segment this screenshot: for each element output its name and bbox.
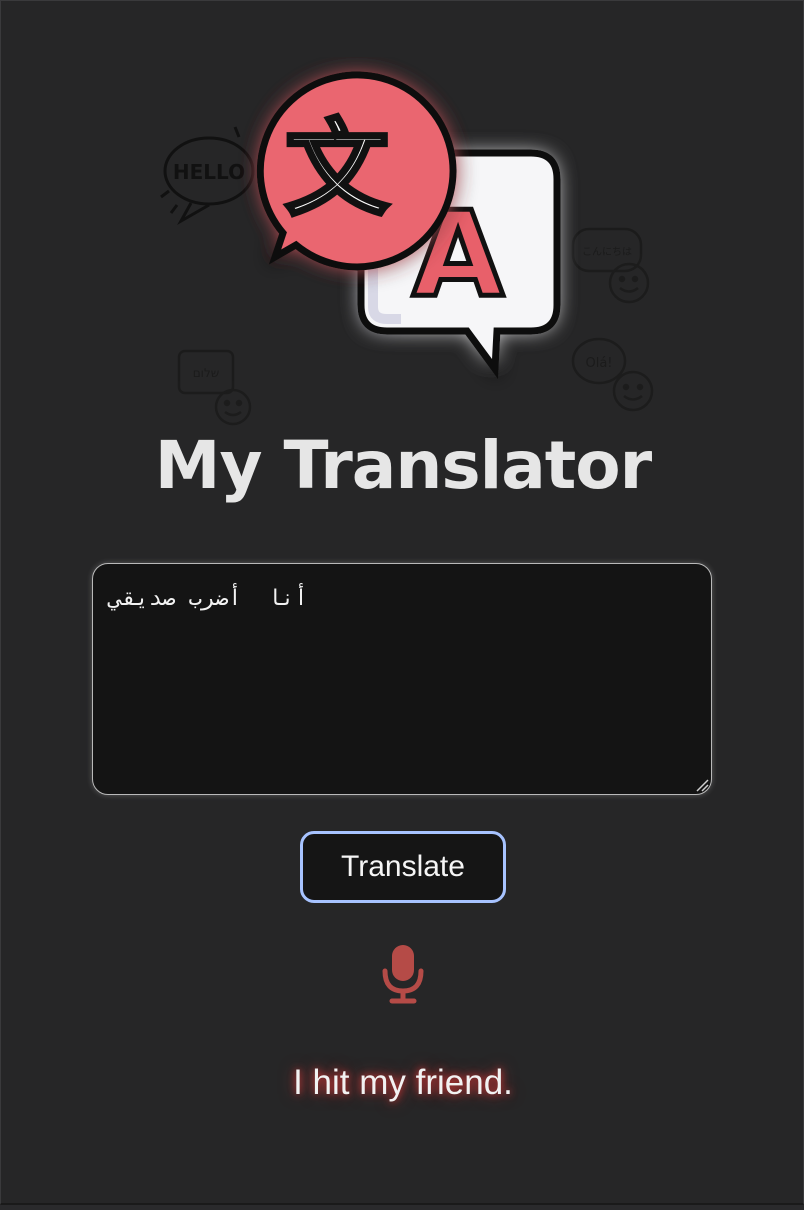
resize-grip-icon[interactable] — [695, 778, 709, 792]
microphone-icon[interactable] — [379, 943, 427, 1005]
svg-text:こんにちは: こんにちは — [582, 246, 632, 258]
app-window: HELLO こんにちは Olá! שלום A 文 My Translator … — [0, 0, 804, 1205]
hebrew-greeting-bubble-icon — [177, 349, 252, 426]
kanji-glyph: 文 — [285, 108, 389, 230]
svg-text:שלום: שלום — [193, 366, 220, 380]
page-title: My Translator — [154, 427, 652, 504]
source-text-input[interactable]: أنا أضرب صديقي — [92, 563, 712, 795]
translation-output: I hit my friend. — [293, 1063, 513, 1102]
svg-text:Olá!: Olá! — [585, 356, 612, 371]
portuguese-greeting-bubble-icon — [571, 337, 654, 412]
translate-button[interactable]: Translate — [300, 831, 506, 903]
japanese-greeting-bubble-icon — [571, 227, 650, 304]
translator-logo: HELLO こんにちは Olá! שלום A 文 — [151, 57, 671, 427]
hello-text: HELLO — [173, 160, 245, 184]
